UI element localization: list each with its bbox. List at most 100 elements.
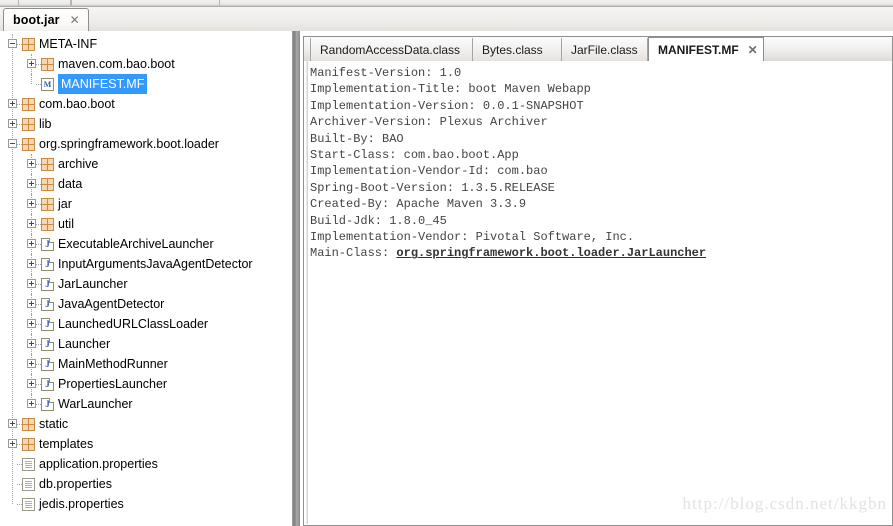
java-class-icon: J	[41, 398, 54, 411]
main-class-key: Main-Class:	[310, 246, 397, 261]
code-line: Built-By: BAO	[310, 131, 404, 146]
file-tab-bar: boot.jar ✕	[0, 7, 893, 32]
expand-icon[interactable]	[27, 319, 36, 328]
editor-panel: RandomAccessData.class Bytes.class JarFile…	[303, 31, 893, 526]
code-view[interactable]: Manifest-Version: 1.0 Implementation-Titl…	[303, 61, 893, 526]
page-corner-icon	[49, 258, 54, 263]
tree-node-label: JarLauncher	[58, 277, 128, 291]
expand-icon[interactable]	[27, 179, 36, 188]
tree-node[interactable]: M MANIFEST.MF	[0, 74, 289, 94]
tree-node[interactable]: J WarLauncher	[0, 394, 289, 414]
tree-node[interactable]: J LaunchedURLClassLoader	[0, 314, 289, 334]
panel-splitter[interactable]	[289, 31, 303, 526]
expand-icon[interactable]	[27, 279, 36, 288]
tree-node[interactable]: J JarLauncher	[0, 274, 289, 294]
jar-tree-panel[interactable]: META-INF maven.com.bao.boot M MANIFEST.MF co…	[0, 31, 289, 526]
editor-tab-label: RandomAccessData.class	[320, 43, 461, 57]
editor-tab[interactable]: JarFile.class	[562, 38, 648, 62]
expand-icon[interactable]	[8, 439, 17, 448]
file-line	[25, 465, 32, 466]
code-line: Main-Class: org.springframework.boot.loa…	[310, 245, 890, 261]
tree-node[interactable]: archive	[0, 154, 289, 174]
expand-icon[interactable]	[27, 399, 36, 408]
tree-node[interactable]: data	[0, 174, 289, 194]
tree-node[interactable]: J Launcher	[0, 334, 289, 354]
expand-icon[interactable]	[27, 199, 36, 208]
editor-tab[interactable]: MANIFEST.MF ✕	[648, 37, 764, 63]
package-icon	[41, 158, 54, 171]
tree-node[interactable]: META-INF	[0, 34, 289, 54]
tree-node[interactable]: lib	[0, 114, 289, 134]
tree-node[interactable]: J JavaAgentDetector	[0, 294, 289, 314]
close-icon[interactable]: ✕	[70, 14, 80, 26]
manifest-content: Manifest-Version: 1.0 Implementation-Titl…	[310, 65, 890, 262]
expand-icon[interactable]	[8, 119, 17, 128]
expand-icon[interactable]	[27, 59, 36, 68]
top-toolbar-strip	[0, 0, 893, 7]
tree-node[interactable]: org.springframework.boot.loader	[0, 134, 289, 154]
expand-icon[interactable]	[27, 379, 36, 388]
page-corner-icon	[49, 278, 54, 283]
tree-node[interactable]: jar	[0, 194, 289, 214]
tree-node[interactable]: static	[0, 414, 289, 434]
tree-node-label: archive	[58, 157, 99, 171]
tree-node-label: LaunchedURLClassLoader	[58, 317, 209, 331]
tree-node-label: InputArgumentsJavaAgentDetector	[58, 257, 253, 271]
expand-icon[interactable]	[27, 299, 36, 308]
splitter-handle[interactable]	[292, 31, 300, 526]
ghost-tab-1	[18, 0, 72, 7]
editor-tab-label: Bytes.class	[482, 43, 543, 57]
file-line	[25, 487, 32, 488]
editor-gutter	[304, 61, 308, 524]
tree-node[interactable]: J PropertiesLauncher	[0, 374, 289, 394]
java-class-icon: J	[41, 358, 54, 371]
file-line	[25, 461, 32, 462]
tree-node-label: Launcher	[58, 337, 111, 351]
page-corner-icon	[49, 338, 54, 343]
package-icon	[22, 418, 35, 431]
expand-icon[interactable]	[27, 359, 36, 368]
collapse-icon[interactable]	[8, 139, 17, 148]
java-class-icon: J	[41, 298, 54, 311]
tree-node[interactable]: J MainMethodRunner	[0, 354, 289, 374]
close-icon[interactable]: ✕	[748, 43, 758, 57]
package-icon	[22, 118, 35, 131]
expand-icon[interactable]	[27, 339, 36, 348]
tree-node[interactable]: util	[0, 214, 289, 234]
tree-node[interactable]: templates	[0, 434, 289, 454]
main-class-link[interactable]: org.springframework.boot.loader.JarLaunc…	[396, 246, 706, 260]
tree-node[interactable]: application.properties	[0, 454, 289, 474]
editor-tab[interactable]: Bytes.class	[473, 38, 562, 62]
ghost-tab-2	[70, 0, 220, 7]
tree-node-label: MainMethodRunner	[58, 357, 168, 371]
watermark: http://blog.csdn.net/kkgbn	[682, 494, 887, 513]
expand-icon[interactable]	[8, 99, 17, 108]
package-icon	[22, 138, 35, 151]
java-class-icon: J	[41, 238, 54, 251]
tree-node-label: util	[58, 217, 74, 231]
tree-node[interactable]: db.properties	[0, 474, 289, 494]
expand-icon[interactable]	[27, 259, 36, 268]
tree-node-label: com.bao.boot	[39, 97, 115, 111]
expand-icon[interactable]	[8, 419, 17, 428]
tree-node-label: WarLauncher	[58, 397, 133, 411]
file-line	[25, 467, 32, 468]
manifest-file-icon: M	[41, 78, 54, 91]
tree-node[interactable]: com.bao.boot	[0, 94, 289, 114]
expand-icon[interactable]	[27, 219, 36, 228]
expand-icon[interactable]	[27, 239, 36, 248]
collapse-icon[interactable]	[8, 39, 17, 48]
tree-node-label: MANIFEST.MF	[58, 74, 148, 94]
page-corner-icon	[49, 378, 54, 383]
java-class-icon: J	[41, 338, 54, 351]
expand-icon[interactable]	[27, 159, 36, 168]
code-line: Start-Class: com.bao.boot.App	[310, 148, 519, 163]
file-line	[25, 503, 32, 504]
editor-tab[interactable]: RandomAccessData.class	[310, 38, 473, 62]
tree-node[interactable]: J ExecutableArchiveLauncher	[0, 234, 289, 254]
tree-node[interactable]: jedis.properties	[0, 494, 289, 514]
tree-node[interactable]: J InputArgumentsJavaAgentDetector	[0, 254, 289, 274]
file-tab-boot-jar[interactable]: boot.jar ✕	[3, 8, 89, 31]
tree-node[interactable]: maven.com.bao.boot	[0, 54, 289, 74]
tree-node-label: lib	[39, 117, 52, 131]
